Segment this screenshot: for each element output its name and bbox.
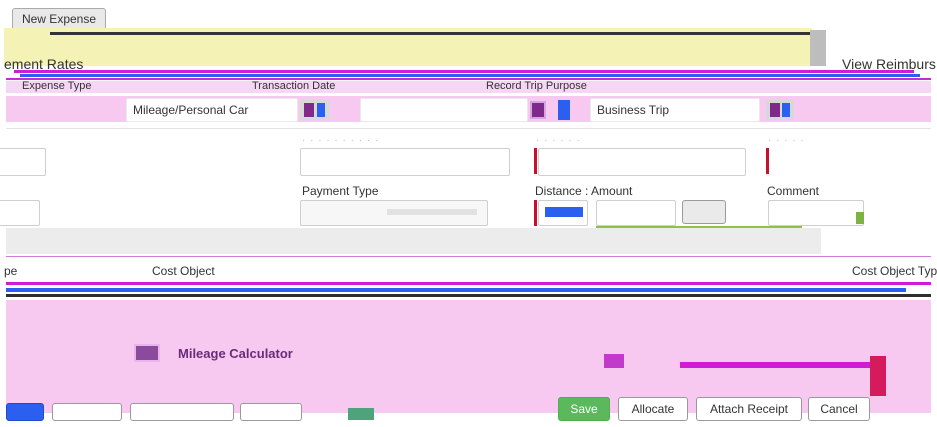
distance-input[interactable] — [538, 200, 588, 226]
bottom-left-button-4[interactable] — [240, 403, 302, 421]
payment-type-select[interactable] — [300, 200, 488, 226]
currency-button[interactable] — [682, 200, 726, 224]
expense-type-field[interactable]: Mileage/Personal Car — [126, 98, 298, 122]
col-cost-object: Cost Object — [152, 264, 215, 278]
col-type-partial: pe — [4, 264, 18, 278]
col-cost-object-type: Cost Object Typ — [852, 264, 937, 278]
left-partial-input-2[interactable] — [0, 200, 40, 226]
mileage-calculator-title[interactable]: Mileage Calculator — [178, 346, 293, 361]
date-picker-blue-icon — [558, 100, 570, 120]
faint-label-1: · · · · · · · · · · — [302, 135, 380, 146]
save-button[interactable]: Save — [558, 397, 610, 421]
section-band-divider — [6, 256, 931, 257]
col-transaction-date: Transaction Date — [252, 80, 336, 92]
comment-label: Comment — [767, 184, 820, 198]
attach-receipt-button[interactable]: Attach Receipt — [696, 397, 802, 421]
allocation-stripe-1 — [6, 282, 931, 285]
right-magenta-icon — [604, 354, 624, 368]
banner-dark-stripe — [50, 32, 810, 35]
new-expense-button[interactable]: New Expense — [12, 8, 106, 30]
faint-label-2: · · · · · · — [536, 135, 581, 146]
comment-green-marker — [856, 212, 864, 224]
distance-amount-label: Distance : Amount — [535, 184, 633, 198]
vendor-input[interactable] — [300, 148, 510, 176]
stripe-blue-1 — [20, 74, 920, 77]
stripe-magenta-2 — [6, 78, 931, 80]
row-divider — [6, 128, 931, 129]
faint-label-3: · · · · · — [768, 135, 805, 146]
expense-type-dropdown-icon[interactable] — [300, 100, 330, 120]
bottom-left-button-3[interactable] — [130, 403, 234, 421]
expense-type-value: Mileage/Personal Car — [133, 103, 249, 117]
stripe-magenta-1 — [14, 70, 914, 73]
col-record-trip-purpose: Record Trip Purpose — [486, 80, 587, 92]
form-header-bar — [6, 81, 931, 93]
left-partial-input[interactable] — [0, 148, 46, 176]
trip-purpose-value: Business Trip — [597, 103, 670, 117]
required-marker-1 — [534, 148, 537, 174]
required-marker-2 — [766, 148, 769, 174]
comment-input[interactable] — [768, 200, 864, 226]
right-magenta-band — [680, 362, 880, 368]
amount-input[interactable] — [596, 200, 676, 226]
allocate-button[interactable]: Allocate — [618, 397, 688, 421]
banner-scroll-track — [810, 30, 826, 66]
bottom-left-button-1[interactable] — [6, 403, 44, 421]
right-red-block — [870, 356, 886, 396]
trip-purpose-field[interactable]: Business Trip — [590, 98, 760, 122]
transaction-date-field[interactable] — [360, 98, 528, 122]
calendar-icon[interactable] — [530, 101, 546, 119]
bottom-green-marker — [348, 408, 374, 420]
allocation-stripe-3 — [6, 294, 931, 297]
city-input[interactable] — [538, 148, 746, 176]
payment-type-label: Payment Type — [302, 184, 379, 198]
col-expense-type: Expense Type — [22, 80, 92, 92]
bottom-left-button-2[interactable] — [52, 403, 122, 421]
trip-purpose-dropdown-icon[interactable] — [766, 100, 794, 120]
section-band — [6, 228, 821, 254]
mileage-calculator-icon — [134, 344, 160, 362]
required-marker-3 — [534, 200, 537, 226]
allocation-stripe-2 — [6, 288, 906, 292]
cancel-button[interactable]: Cancel — [808, 397, 870, 421]
